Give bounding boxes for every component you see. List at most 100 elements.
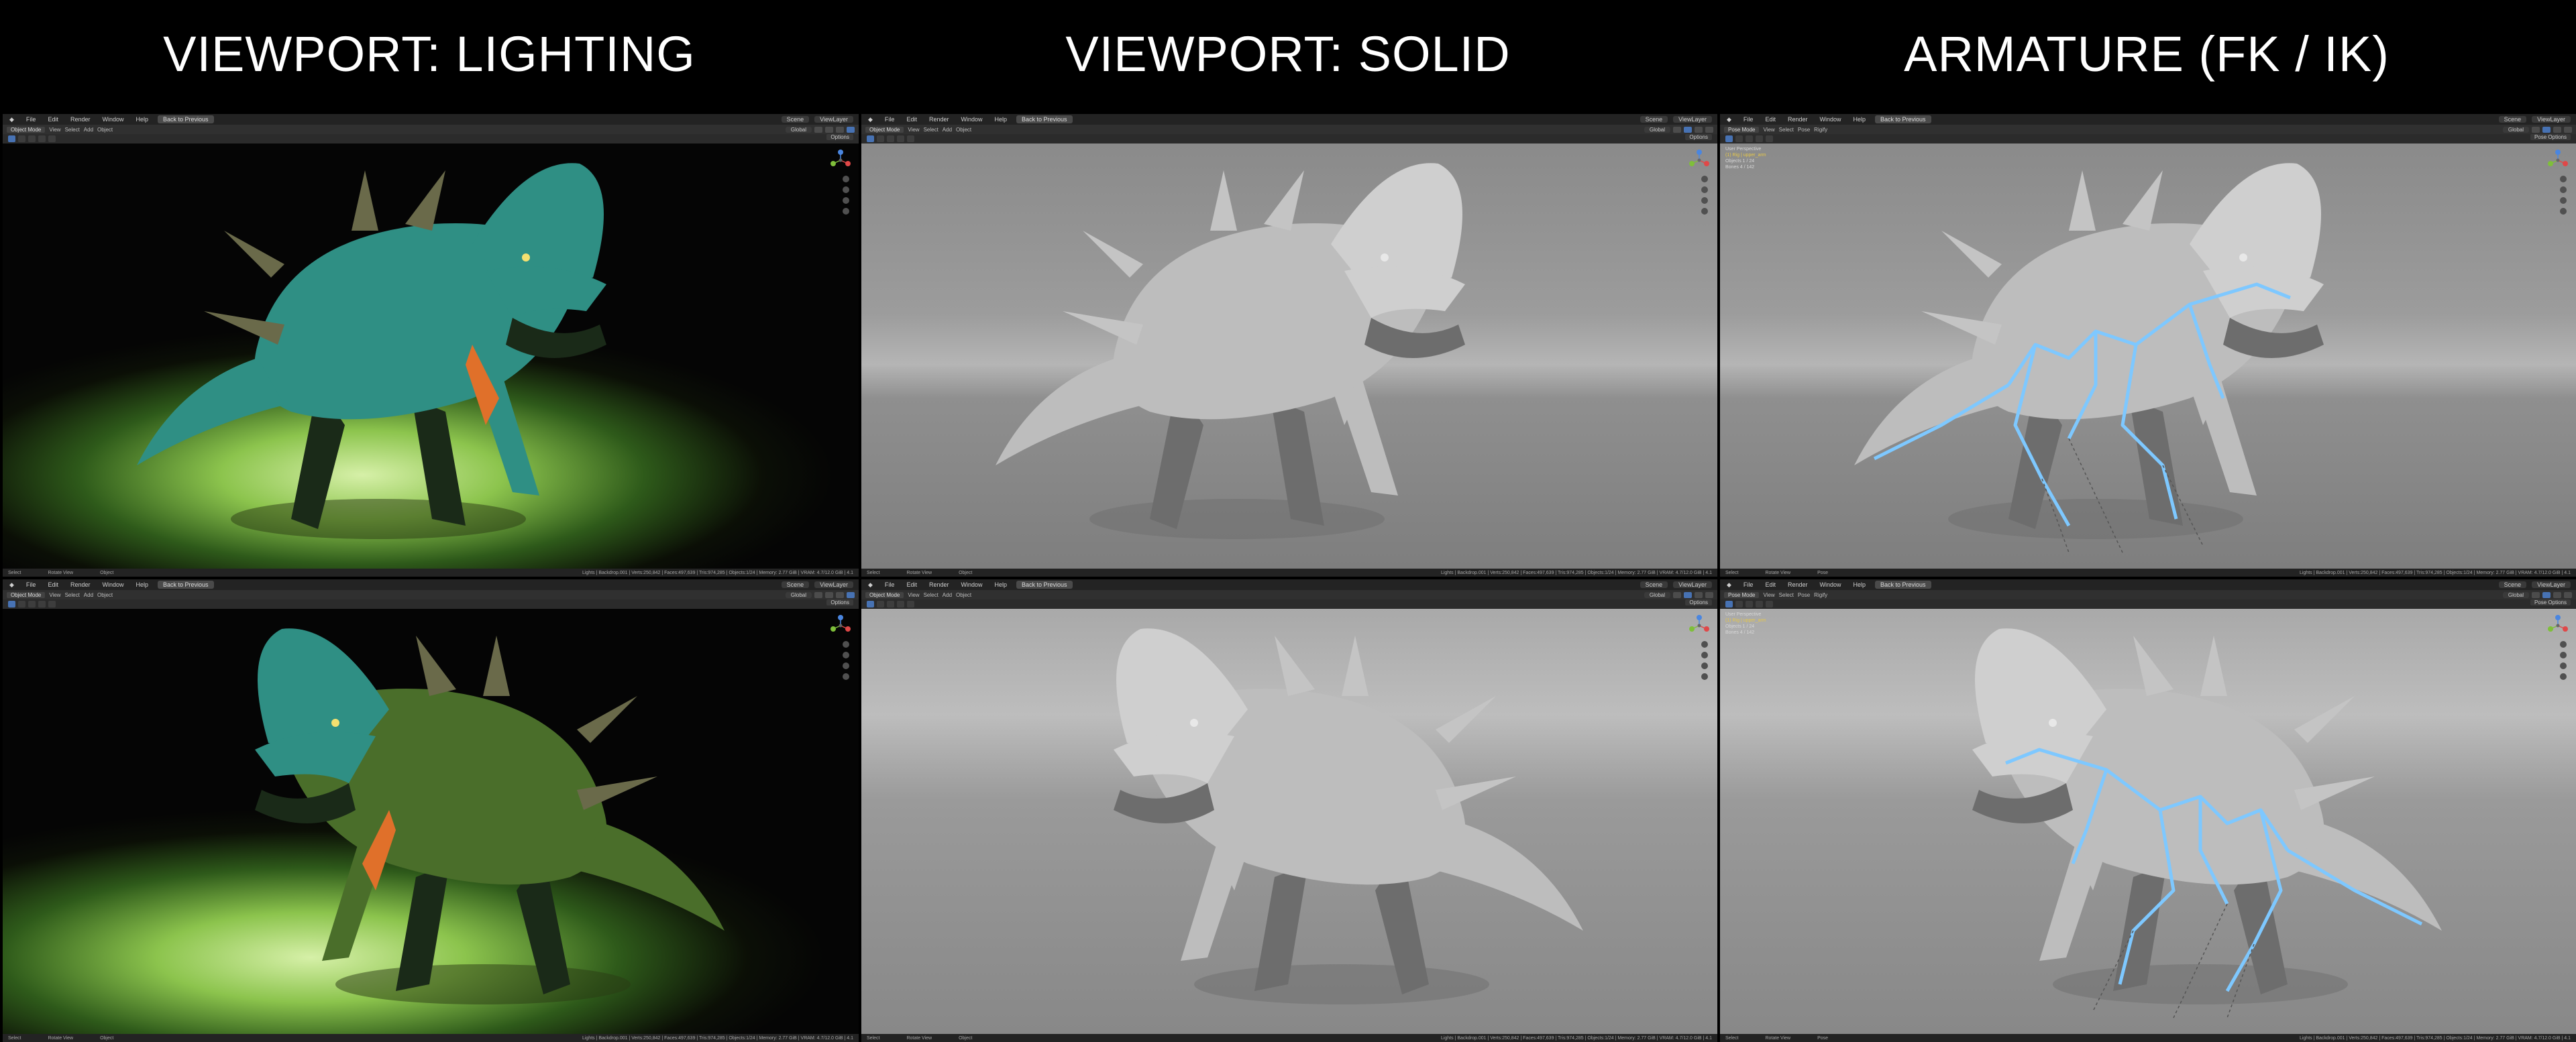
header-menu-add[interactable]: Add: [943, 127, 952, 133]
header-menu-view[interactable]: View: [908, 127, 919, 133]
scale-icon[interactable]: [1766, 601, 1773, 607]
scene-selector[interactable]: Scene: [1640, 581, 1668, 588]
back-to-previous-button[interactable]: Back to Previous: [1016, 115, 1073, 123]
scene-selector[interactable]: Scene: [2498, 116, 2527, 123]
menu-render[interactable]: Render: [1785, 581, 1811, 588]
grid-icon[interactable]: [843, 673, 849, 680]
mode-selector[interactable]: Object Mode: [7, 126, 46, 133]
gizmo-axis-dot-0[interactable]: [2555, 615, 2561, 620]
menu-edit[interactable]: Edit: [1762, 116, 1778, 123]
blender-logo-icon[interactable]: ◆: [1724, 581, 1734, 589]
axis-gizmo-icon[interactable]: [1688, 614, 1711, 637]
shading-rendered-icon[interactable]: [847, 126, 855, 133]
scale-icon[interactable]: [1766, 135, 1773, 142]
mode-selector[interactable]: Object Mode: [7, 591, 46, 598]
menu-file[interactable]: File: [882, 581, 898, 588]
shading-wire-icon[interactable]: [814, 591, 822, 598]
options-dropdown[interactable]: Pose Options: [2530, 599, 2571, 605]
rotate-icon[interactable]: [38, 135, 46, 142]
camera-icon[interactable]: [843, 197, 849, 204]
blender-logo-icon[interactable]: ◆: [865, 581, 875, 589]
menu-file[interactable]: File: [1741, 116, 1756, 123]
pan-icon[interactable]: [2560, 186, 2567, 193]
gizmo-axis-dot-0[interactable]: [838, 150, 843, 155]
header-menu-rigify[interactable]: Rigify: [1814, 592, 1827, 598]
view-layer-selector[interactable]: ViewLayer: [814, 581, 853, 588]
header-menu-rigify[interactable]: Rigify: [1814, 127, 1827, 133]
cursor-icon[interactable]: [18, 135, 25, 142]
select-box-icon[interactable]: [867, 135, 874, 142]
pan-icon[interactable]: [2560, 652, 2567, 658]
menu-window[interactable]: Window: [1817, 116, 1843, 123]
header-menu-select[interactable]: Select: [65, 592, 80, 598]
menu-file[interactable]: File: [1741, 581, 1756, 588]
menu-window[interactable]: Window: [99, 116, 126, 123]
header-menu-object[interactable]: Object: [956, 127, 971, 133]
gizmo-axis-dot-2[interactable]: [830, 626, 836, 632]
header-menu-select[interactable]: Select: [1779, 592, 1794, 598]
menu-render[interactable]: Render: [926, 116, 952, 123]
grid-icon[interactable]: [1701, 673, 1708, 680]
scale-icon[interactable]: [48, 135, 56, 142]
move-icon[interactable]: [28, 601, 36, 607]
back-to-previous-button[interactable]: Back to Previous: [1016, 581, 1073, 589]
axis-gizmo-icon[interactable]: [829, 149, 852, 172]
select-box-icon[interactable]: [1725, 135, 1733, 142]
gizmo-axis-dot-2[interactable]: [1689, 626, 1695, 632]
menu-render[interactable]: Render: [68, 116, 93, 123]
scene-selector[interactable]: Scene: [781, 581, 810, 588]
header-menu-view[interactable]: View: [49, 592, 60, 598]
3d-viewport[interactable]: [861, 143, 1717, 569]
pan-icon[interactable]: [1701, 186, 1708, 193]
header-menu-view[interactable]: View: [1763, 592, 1774, 598]
header-menu-select[interactable]: Select: [924, 592, 938, 598]
header-menu-pose[interactable]: Pose: [1798, 592, 1810, 598]
shading-wire-icon[interactable]: [2532, 126, 2540, 133]
move-icon[interactable]: [887, 135, 894, 142]
gizmo-axis-dot-3[interactable]: [2556, 624, 2560, 628]
transform-orientation-selector[interactable]: Global: [1644, 591, 1670, 598]
header-menu-view[interactable]: View: [908, 592, 919, 598]
move-icon[interactable]: [28, 135, 36, 142]
camera-icon[interactable]: [843, 662, 849, 669]
menu-render[interactable]: Render: [926, 581, 952, 588]
shading-material-icon[interactable]: [836, 126, 844, 133]
rotate-icon[interactable]: [38, 601, 46, 607]
shading-solid-icon[interactable]: [825, 591, 833, 598]
shading-material-icon[interactable]: [1695, 591, 1703, 598]
zoom-icon[interactable]: [1701, 176, 1708, 182]
transform-orientation-selector[interactable]: Global: [1644, 126, 1670, 133]
back-to-previous-button[interactable]: Back to Previous: [1875, 581, 1931, 589]
view-layer-selector[interactable]: ViewLayer: [2532, 581, 2571, 588]
move-icon[interactable]: [887, 601, 894, 607]
zoom-icon[interactable]: [2560, 176, 2567, 182]
gizmo-axis-dot-3[interactable]: [839, 624, 843, 628]
header-menu-add[interactable]: Add: [943, 592, 952, 598]
shading-solid-icon[interactable]: [1684, 126, 1692, 133]
3d-viewport[interactable]: User Perspective (1) Rig | upper_arm Objec…: [1720, 609, 2576, 1034]
options-dropdown[interactable]: Options: [1685, 134, 1712, 140]
gizmo-axis-dot-3[interactable]: [1697, 158, 1701, 162]
menu-edit[interactable]: Edit: [45, 116, 61, 123]
menu-render[interactable]: Render: [1785, 116, 1811, 123]
gizmo-axis-dot-0[interactable]: [2555, 150, 2561, 155]
gizmo-axis-dot-1[interactable]: [1704, 161, 1709, 166]
options-dropdown[interactable]: Options: [826, 599, 853, 605]
shading-solid-icon[interactable]: [2542, 126, 2551, 133]
menu-file[interactable]: File: [882, 116, 898, 123]
axis-gizmo-icon[interactable]: [2546, 149, 2569, 172]
gizmo-axis-dot-1[interactable]: [2563, 161, 2568, 166]
grid-icon[interactable]: [1701, 208, 1708, 215]
gizmo-axis-dot-1[interactable]: [845, 626, 851, 632]
scale-icon[interactable]: [907, 601, 914, 607]
3d-viewport[interactable]: User Perspective (1) Rig | upper_arm Objec…: [1720, 143, 2576, 569]
menu-help[interactable]: Help: [133, 116, 152, 123]
menu-edit[interactable]: Edit: [1762, 581, 1778, 588]
gizmo-axis-dot-0[interactable]: [838, 615, 843, 620]
header-menu-add[interactable]: Add: [84, 127, 93, 133]
3d-viewport[interactable]: [3, 143, 859, 569]
zoom-icon[interactable]: [843, 641, 849, 648]
mode-selector[interactable]: Pose Mode: [1724, 126, 1760, 133]
gizmo-axis-dot-0[interactable]: [1697, 615, 1702, 620]
grid-icon[interactable]: [2560, 208, 2567, 215]
